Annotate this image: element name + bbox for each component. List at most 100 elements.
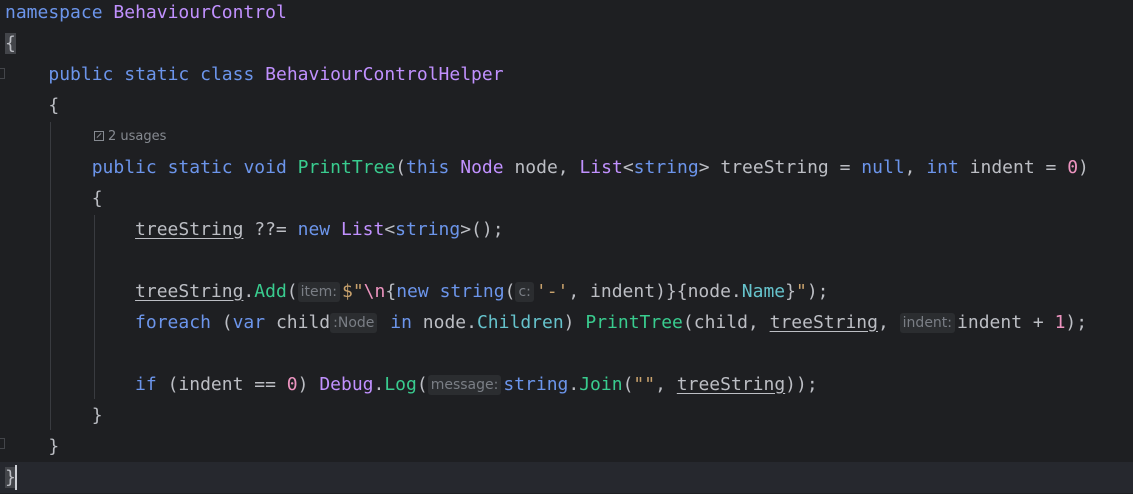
code-line[interactable]: { xyxy=(0,90,1133,121)
inlay-hint: :Node xyxy=(330,313,378,333)
code-line[interactable]: { xyxy=(0,28,1133,59)
code-token: indent = xyxy=(958,157,1068,178)
code-token: BehaviourControlHelper xyxy=(265,64,504,85)
code-token: } xyxy=(5,436,60,457)
code-token: int xyxy=(926,157,959,178)
code-token: PrintTree xyxy=(297,157,396,178)
code-token: namespace xyxy=(5,2,103,23)
code-token: public xyxy=(48,64,114,85)
code-token: foreach xyxy=(135,312,211,333)
code-token: var xyxy=(232,312,266,333)
code-line[interactable]: namespace BehaviourControl xyxy=(0,0,1133,28)
code-token: ); xyxy=(806,281,829,302)
code-line[interactable]: } xyxy=(0,462,1133,493)
code-token: string xyxy=(633,157,699,178)
code-token: < xyxy=(622,157,634,178)
code-token: node. xyxy=(411,312,477,333)
inlay-hint: c: xyxy=(515,282,534,302)
code-token: class xyxy=(200,64,255,85)
code-token: ) xyxy=(563,312,586,333)
code-token: in xyxy=(390,312,412,333)
code-token: this xyxy=(406,157,450,178)
code-token: void xyxy=(243,157,287,178)
code-token: } xyxy=(785,281,796,302)
code-token: >(); xyxy=(460,219,504,240)
fold-marker-icon[interactable] xyxy=(0,438,5,449)
code-token: ) xyxy=(1078,157,1089,178)
code-token: < xyxy=(384,219,396,240)
code-token: ( xyxy=(210,312,233,333)
code-token: List xyxy=(340,219,385,240)
code-token: Name xyxy=(741,281,786,302)
code-token: . xyxy=(568,374,580,395)
code-token: PrintTree xyxy=(585,312,683,333)
code-token: > treeString = xyxy=(698,157,862,178)
code-line[interactable]: treeString.Add(item: $"\n{new string(c: '-… xyxy=(0,276,1133,307)
code-line[interactable]: { xyxy=(0,183,1133,214)
code-token: \n xyxy=(363,281,386,302)
code-token: child xyxy=(265,312,331,333)
code-token: treeString xyxy=(135,281,244,302)
inlay-hint: item: xyxy=(297,282,340,302)
code-token: ) xyxy=(297,374,320,395)
code-line[interactable] xyxy=(0,121,1133,152)
code-token: Node xyxy=(460,157,504,178)
code-token: '-' xyxy=(535,281,569,302)
code-token: )); xyxy=(785,374,818,395)
code-token: ); xyxy=(1065,312,1088,333)
code-line[interactable]: public static void PrintTree(this Node n… xyxy=(0,152,1133,183)
code-token: , xyxy=(904,157,927,178)
code-line[interactable]: } xyxy=(0,400,1133,431)
code-editor[interactable]: 2 usages namespace BehaviourControl{ pub… xyxy=(0,0,1133,494)
code-token: , xyxy=(877,312,900,333)
code-token: List xyxy=(579,157,623,178)
code-token: static xyxy=(167,157,233,178)
code-token: ( xyxy=(286,281,298,302)
code-token: , xyxy=(655,374,677,395)
fold-marker-icon[interactable] xyxy=(0,68,5,79)
code-token: { xyxy=(385,281,397,302)
code-line[interactable]: } xyxy=(0,431,1133,462)
code-line[interactable]: foreach (var child:Node in node.Children… xyxy=(0,307,1133,338)
code-token: string xyxy=(395,219,461,240)
code-token: Join xyxy=(579,374,623,395)
code-token: treeString xyxy=(135,219,244,240)
code-token: Add xyxy=(254,281,287,302)
code-token: new xyxy=(297,219,331,240)
code-line[interactable]: treeString ??= new List<string>(); xyxy=(0,214,1133,245)
code-line[interactable]: public static class BehaviourControlHelp… xyxy=(0,59,1133,90)
code-token: 1 xyxy=(1054,312,1066,333)
code-token: null xyxy=(861,157,905,178)
code-line[interactable] xyxy=(0,338,1133,369)
code-token: treeString xyxy=(769,312,878,333)
code-token: (indent == xyxy=(156,374,287,395)
code-line[interactable] xyxy=(0,245,1133,276)
code-token: (child, xyxy=(682,312,770,333)
code-token: node, xyxy=(503,157,580,178)
text-caret xyxy=(15,465,17,490)
code-token: . xyxy=(373,374,385,395)
code-token: ( xyxy=(416,374,428,395)
code-token: "" xyxy=(633,374,656,395)
code-line[interactable]: if (indent == 0) Debug.Log(message: strin… xyxy=(0,369,1133,400)
code-token: BehaviourControl xyxy=(113,2,287,23)
code-token: Children xyxy=(476,312,564,333)
code-token: string xyxy=(503,374,569,395)
code-token: 0 xyxy=(1067,157,1079,178)
code-token: { xyxy=(5,188,103,209)
